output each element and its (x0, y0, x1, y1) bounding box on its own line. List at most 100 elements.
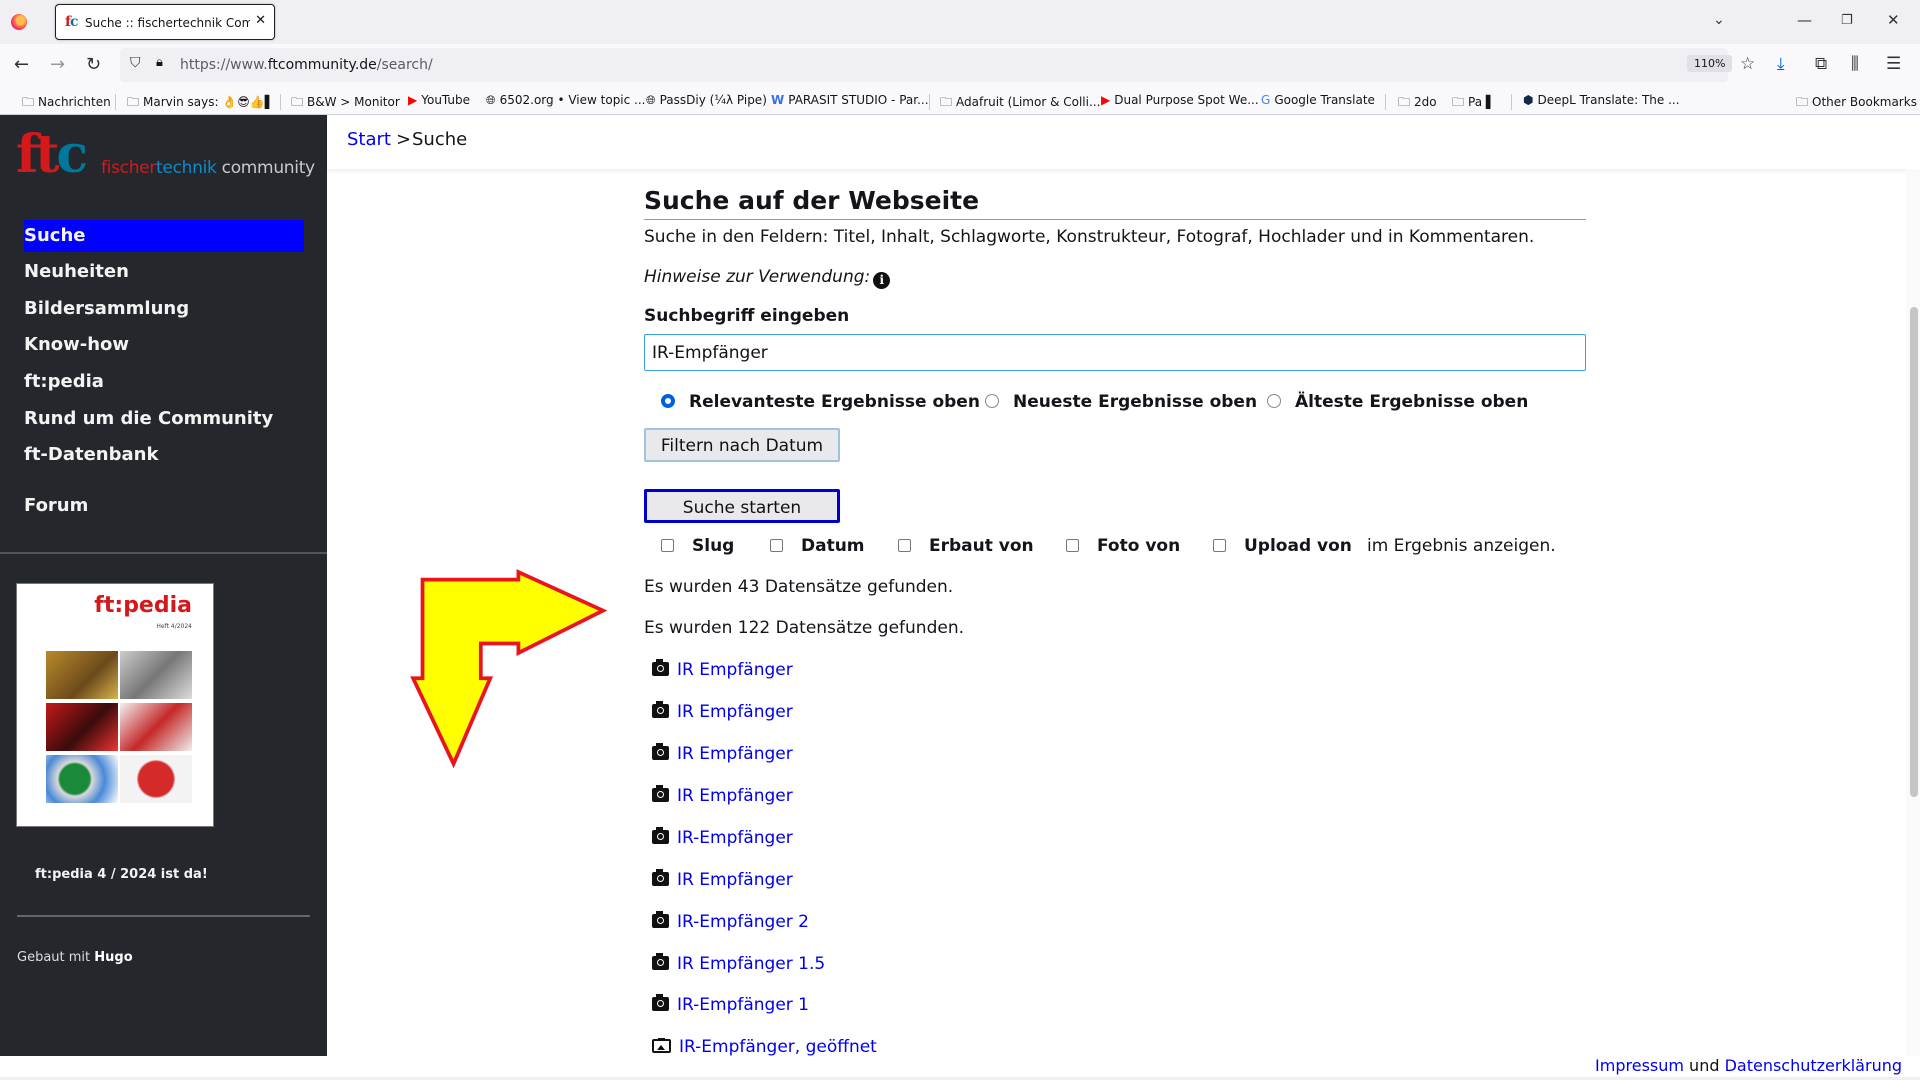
bookmark-folder-marvin[interactable]: 🗀 Marvin says: 👌😎👍▌ (127, 93, 274, 114)
radio-checked-icon (661, 394, 675, 408)
tracking-shield-icon[interactable]: ⛉ (130, 55, 141, 71)
extensions-icon[interactable]: ⧉ (1815, 54, 1827, 74)
show-erbaut-von-checkbox[interactable]: Erbaut von (898, 536, 1034, 556)
annotation-arrow (410, 569, 608, 769)
bookmark-youtube[interactable]: ▶ YouTube (408, 93, 470, 107)
lock-icon[interactable]: 🔒︎ (156, 55, 163, 70)
usage-hint: Hinweise zur Verwendung: i (644, 267, 891, 289)
ftpedia-magazine-cover[interactable]: ft:pedia Heft 4/2024 (16, 583, 214, 827)
checkbox-icon (1066, 539, 1079, 552)
zoom-level-badge[interactable]: 110% (1687, 55, 1733, 72)
sidebar-item-ft-datenbank[interactable]: ft-Datenbank (24, 439, 304, 471)
sidebar-item-neuheiten[interactable]: Neuheiten (24, 256, 304, 288)
sidebar: ftc fischertechnik community Suche Neuhe… (0, 115, 327, 1056)
checkbox-icon (1213, 539, 1226, 552)
bookmark-folder-nachrichten[interactable]: 🗀 Nachrichten (22, 93, 111, 114)
library-icon[interactable]: ⫼ (1851, 54, 1859, 74)
page-scrollbar[interactable] (1906, 169, 1920, 1056)
browser-tab[interactable]: fc Suche :: fischertechnik Community ✕ (55, 4, 275, 40)
result-link[interactable]: IR Empfänger (652, 743, 793, 764)
cover-photo (46, 755, 118, 803)
globe-icon: 🌐︎ (486, 93, 496, 107)
search-fields-description: Suche in den Feldern: Titel, Inhalt, Sch… (644, 227, 1535, 247)
back-arrow-icon[interactable]: ← (14, 54, 29, 75)
impressum-link[interactable]: Impressum (1595, 1056, 1684, 1075)
url-bar[interactable]: ⛉ 🔒︎ https://www.ftcommunity.de/search/ … (120, 48, 1755, 82)
sidebar-item-bildersammlung[interactable]: Bildersammlung (24, 293, 304, 325)
breadcrumb-start-link[interactable]: Start (347, 129, 391, 150)
bookmark-folder-pa[interactable]: 🗀 Pa ▌ (1452, 93, 1495, 114)
bookmark-folder-bw-monitor[interactable]: 🗀 B&W > Monitor (291, 93, 400, 114)
sidebar-item-know-how[interactable]: Know-how (24, 329, 304, 361)
breadcrumb-current: Suche (412, 129, 468, 150)
close-tab-icon[interactable]: ✕ (255, 13, 266, 28)
info-icon[interactable]: i (873, 272, 891, 289)
sidebar-item-forum[interactable]: Forum (24, 490, 304, 522)
result-link[interactable]: IR Empfänger (652, 701, 793, 722)
start-search-button[interactable]: Suche starten (644, 489, 840, 523)
downloads-icon[interactable]: ⤓ (1777, 54, 1785, 74)
folder-icon: 🗀 (1796, 95, 1809, 109)
folder-icon: 🗀 (1452, 95, 1465, 109)
yellow-arrow-icon (410, 569, 608, 769)
magazine-caption[interactable]: ft:pedia 4 / 2024 ist da! (35, 867, 208, 882)
ftc-logo[interactable]: ftc fischertechnik community (16, 129, 315, 181)
sort-oldest-radio[interactable]: Älteste Ergebnisse oben (1267, 392, 1528, 412)
sidebar-item-rund-um-die-community[interactable]: Rund um die Community (24, 403, 304, 435)
folder-icon: 🗀 (22, 95, 35, 109)
result-link[interactable]: IR Empfänger 1.5 (652, 953, 825, 974)
firefox-logo-icon (11, 14, 27, 30)
forward-arrow-icon[interactable]: → (50, 54, 65, 75)
result-link[interactable]: IR-Empfänger (652, 827, 793, 848)
deepl-icon: ⬢ (1523, 93, 1534, 107)
result-link[interactable]: IR Empfänger (652, 869, 793, 890)
cover-photo (120, 651, 192, 699)
bookmark-dual-purpose[interactable]: ▶ Dual Purpose Spot We... (1101, 93, 1259, 107)
sidebar-item-ftpedia[interactable]: ft:pedia (24, 366, 304, 398)
bookmark-star-icon[interactable]: ☆ (1740, 54, 1755, 74)
result-count: Es wurden 122 Datensätze gefunden. (644, 618, 964, 638)
show-foto-von-checkbox[interactable]: Foto von (1066, 536, 1180, 556)
translate-icon: G (1261, 93, 1271, 107)
result-link[interactable]: IR Empfänger (652, 785, 793, 806)
camera-icon (652, 994, 669, 1011)
filter-by-date-button[interactable]: Filtern nach Datum (644, 428, 840, 462)
search-input[interactable] (644, 334, 1586, 371)
result-link[interactable]: IR Empfänger (652, 659, 793, 680)
bookmark-folder-2do[interactable]: 🗀 2do (1398, 93, 1437, 114)
bookmark-6502[interactable]: 🌐︎ 6502.org • View topic ... (486, 93, 646, 108)
menu-icon[interactable]: ☰ (1886, 54, 1901, 74)
bookmark-deepl[interactable]: ⬢ DeepL Translate: The ... (1523, 93, 1680, 107)
page-title: Suche auf der Webseite (644, 186, 1586, 220)
youtube-icon: ▶ (408, 93, 418, 107)
result-link[interactable]: IR-Empfänger 1 (652, 994, 809, 1015)
youtube-icon: ▶ (1101, 93, 1111, 107)
result-link[interactable]: IR-Empfänger 2 (652, 911, 809, 932)
result-link[interactable]: IR-Empfänger, geöffnet (652, 1037, 877, 1057)
checkbox-icon (770, 539, 783, 552)
sort-newest-radio[interactable]: Neueste Ergebnisse oben (985, 392, 1257, 412)
show-upload-von-checkbox[interactable]: Upload von (1213, 536, 1352, 556)
show-datum-checkbox[interactable]: Datum (770, 536, 865, 556)
radio-unchecked-icon (985, 394, 999, 408)
bookmark-parasit[interactable]: W PARASIT STUDIO - Par... (771, 93, 929, 107)
bookmark-google-translate[interactable]: G Google Translate (1261, 93, 1375, 107)
scrollbar-thumb[interactable] (1910, 307, 1918, 797)
show-fields-suffix: im Ergebnis anzeigen. (1367, 536, 1556, 556)
result-count: Es wurden 43 Datensätze gefunden. (644, 577, 954, 597)
tab-list-chevron-icon[interactable]: ⌄ (1713, 12, 1725, 28)
reload-icon[interactable]: ↻ (86, 54, 101, 75)
restore-icon[interactable]: ❐ (1841, 13, 1853, 28)
window-close-icon[interactable]: ✕ (1887, 11, 1900, 29)
sort-relevance-radio[interactable]: Relevanteste Ergebnisse oben (661, 392, 980, 412)
show-slug-checkbox[interactable]: Slug (661, 536, 734, 556)
bookmark-other-bookmarks[interactable]: 🗀 Other Bookmarks (1796, 93, 1917, 114)
breadcrumb: Start > Suche (327, 115, 1920, 169)
sidebar-item-suche[interactable]: Suche (24, 220, 304, 252)
hugo-link[interactable]: Hugo (94, 950, 132, 965)
url-text[interactable]: https://www.ftcommunity.de/search/ (180, 57, 433, 73)
datenschutz-link[interactable]: Datenschutzerklärung (1725, 1056, 1902, 1075)
minimize-icon[interactable]: — (1797, 11, 1812, 29)
bookmark-passdiy[interactable]: 🌐︎ PassDiy (¼λ Pipe) (646, 93, 767, 108)
bookmark-folder-adafruit[interactable]: 🗀 Adafruit (Limor & Colli... (940, 93, 1100, 114)
